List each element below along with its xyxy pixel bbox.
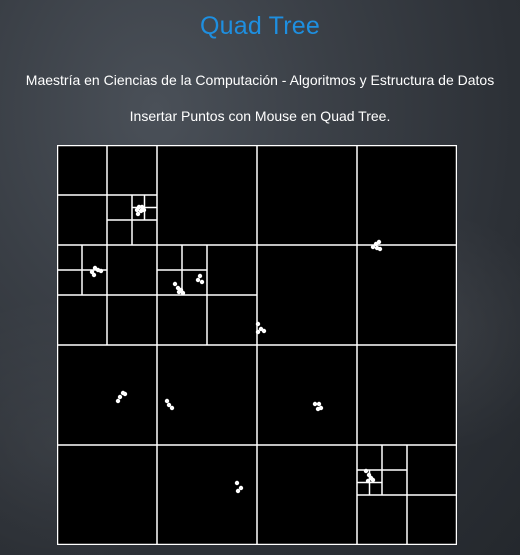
data-point [164,398,170,404]
page-subtitle: Maestría en Ciencias de la Computación -… [25,72,495,88]
data-point [180,290,186,296]
quadtree-svg[interactable] [57,145,457,545]
data-point [141,207,147,213]
data-point [115,398,121,404]
data-point [370,244,376,250]
page-title: Quad Tree [200,12,320,40]
data-point [261,328,267,334]
data-point [377,246,383,252]
data-point [370,477,376,483]
data-point [172,281,178,287]
data-point [316,401,322,407]
data-point [255,321,261,327]
data-point [135,211,141,217]
data-point [91,272,97,278]
data-point [197,273,203,279]
data-point [365,478,371,484]
data-point [312,401,318,407]
data-point [376,239,382,245]
data-point [134,207,140,213]
data-point [199,279,205,285]
data-point [195,277,201,283]
data-point [98,268,104,274]
data-point [234,480,240,486]
data-point [169,405,175,411]
data-point [235,488,241,494]
data-point [315,406,321,412]
data-point [176,289,182,295]
data-point [122,391,128,397]
quadtree-canvas[interactable] [57,145,457,545]
instruction-text: Insertar Puntos con Mouse en Quad Tree. [129,108,391,124]
data-point [117,394,123,400]
data-point [255,329,261,335]
data-point [363,468,369,474]
